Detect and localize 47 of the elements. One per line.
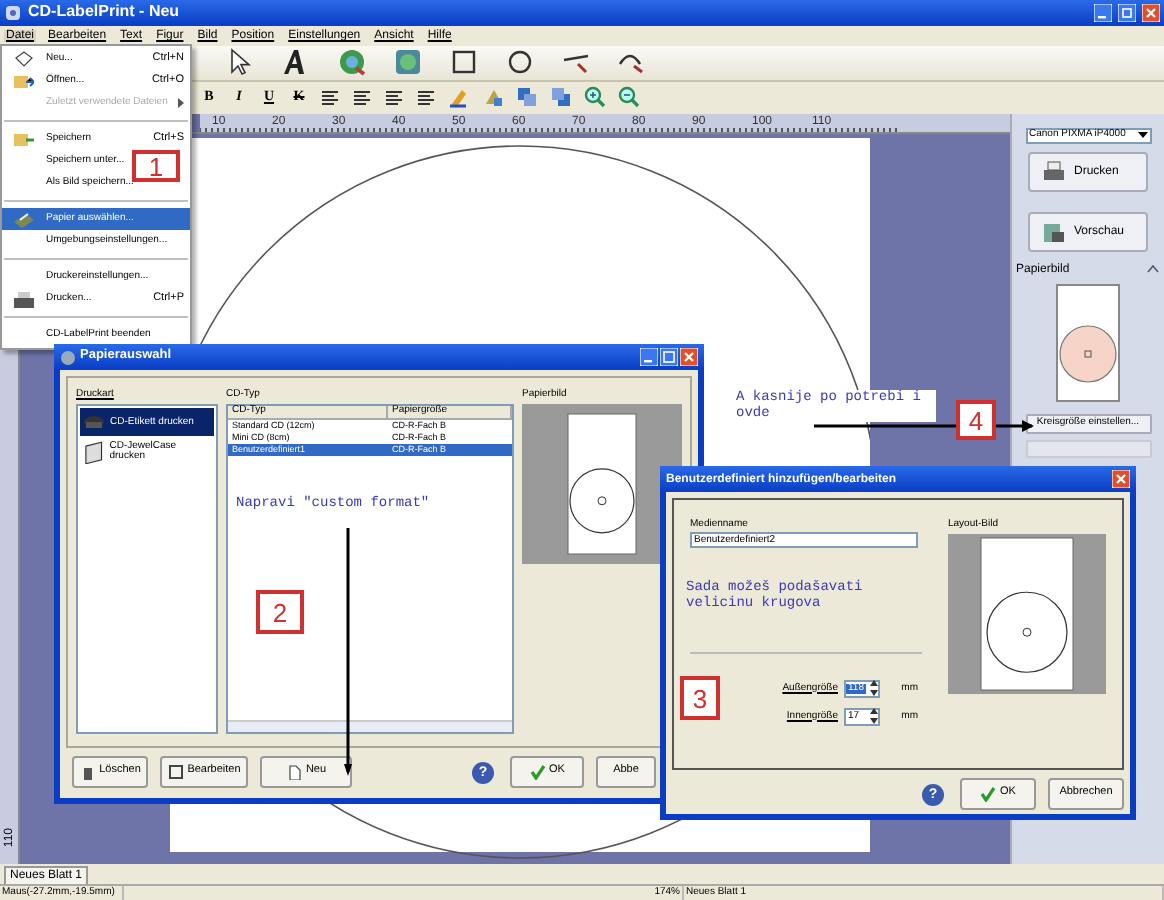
text-tool-icon[interactable]	[282, 48, 310, 77]
spinner-arrows-icon	[870, 680, 878, 696]
ellipse-icon[interactable]	[506, 48, 534, 77]
spinner-arrows-icon	[870, 708, 878, 724]
send-back-icon[interactable]	[550, 86, 572, 109]
pen-icon[interactable]	[448, 86, 470, 109]
align-icon[interactable]	[384, 87, 404, 108]
close-icon[interactable]	[1142, 3, 1160, 22]
step-number: 3	[680, 676, 720, 720]
submenu-arrow-icon	[178, 98, 184, 108]
jewel-case-icon	[82, 440, 106, 464]
zoom-in-icon[interactable]	[584, 86, 606, 109]
window-title: CD-LabelPrint - Neu	[28, 4, 182, 21]
step-number: 2	[256, 590, 304, 634]
align-icon[interactable]	[320, 87, 340, 108]
close-icon[interactable]	[1112, 470, 1130, 488]
zoom-out-icon[interactable]	[618, 86, 640, 109]
paper-preview-drawing	[1056, 283, 1120, 402]
checkmark-icon	[980, 786, 997, 802]
align-icon[interactable]	[352, 87, 372, 108]
save-icon	[14, 129, 34, 149]
minimize-icon[interactable]	[1094, 3, 1112, 22]
rectangle-icon[interactable]	[450, 48, 478, 77]
close-icon[interactable]	[680, 348, 698, 366]
pointer-icon[interactable]	[226, 48, 254, 77]
trash-icon	[79, 764, 96, 780]
open-folder-icon	[14, 71, 34, 91]
caret-icon	[1137, 132, 1147, 139]
collapse-icon[interactable]	[1146, 264, 1160, 275]
new-document-icon	[285, 764, 302, 780]
restore-icon[interactable]	[1118, 3, 1136, 22]
maximize-icon[interactable]	[660, 348, 678, 366]
step-number: 4	[956, 400, 996, 440]
app-icon	[4, 3, 22, 22]
horizontal-scrollbar[interactable]	[228, 720, 512, 732]
bring-front-icon[interactable]	[516, 86, 538, 109]
disc-icon[interactable]	[338, 48, 366, 77]
edit-icon	[167, 764, 184, 780]
minimize-icon[interactable]	[640, 348, 658, 366]
checkmark-icon	[529, 764, 546, 780]
paper-icon	[14, 209, 34, 229]
app-icon	[60, 349, 76, 365]
step-number: 1	[132, 150, 180, 182]
align-icon[interactable]	[416, 87, 436, 108]
disc-image-icon[interactable]	[394, 48, 422, 77]
shapes-icon[interactable]	[482, 86, 504, 109]
preview-icon	[1042, 219, 1066, 244]
